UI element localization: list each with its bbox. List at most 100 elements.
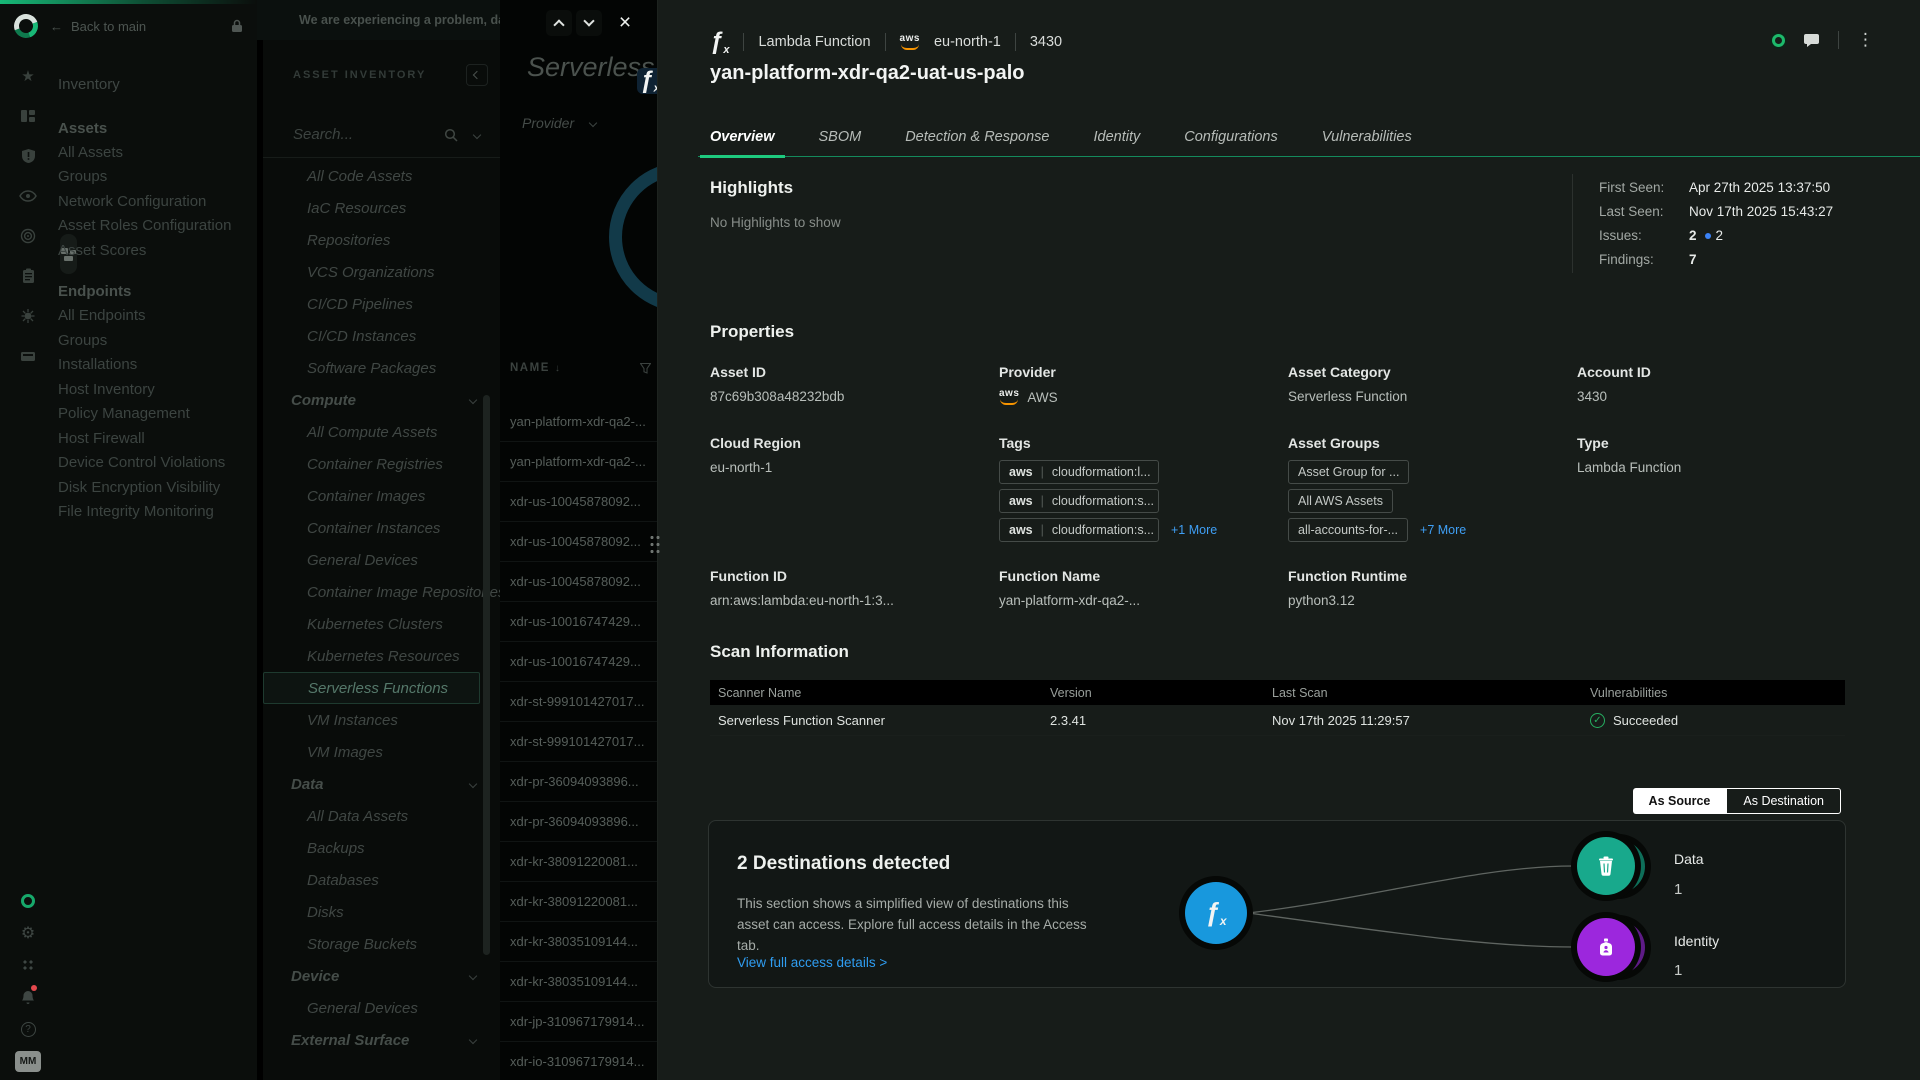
- table-row[interactable]: xdr-kr-38091220081...: [500, 882, 657, 922]
- search-options-chevron-icon[interactable]: [473, 130, 481, 138]
- tag-chip[interactable]: aws|cloudformation:s...: [999, 489, 1159, 513]
- section-external-surface[interactable]: External Surface: [263, 1024, 500, 1056]
- category-repositories[interactable]: Repositories: [263, 224, 500, 256]
- name-column-header[interactable]: NAME: [510, 362, 550, 374]
- sidebar-item-device-control-violations[interactable]: Device Control Violations: [58, 451, 254, 476]
- section-device[interactable]: Device: [263, 960, 500, 992]
- category-general-devices[interactable]: General Devices: [263, 544, 500, 576]
- category-container-images[interactable]: Container Images: [263, 480, 500, 512]
- help-icon[interactable]: ?: [21, 1019, 36, 1039]
- view-access-details-link[interactable]: View full access details >: [737, 955, 887, 970]
- risk-shield-icon[interactable]: [0, 136, 56, 176]
- data-destination-node[interactable]: [1577, 837, 1635, 895]
- target-icon[interactable]: [0, 216, 56, 256]
- sidebar-item-network-configuration[interactable]: Network Configuration: [58, 189, 254, 214]
- category-disks[interactable]: Disks: [263, 896, 500, 928]
- asset-group-chip[interactable]: Asset Group for ...: [1288, 460, 1409, 484]
- report-clipboard-icon[interactable]: [0, 256, 56, 296]
- tab-identity[interactable]: Identity: [1093, 116, 1140, 158]
- provider-filter[interactable]: Provider: [522, 115, 606, 131]
- category-storage-buckets[interactable]: Storage Buckets: [263, 928, 500, 960]
- category-vm-images[interactable]: VM Images: [263, 736, 500, 768]
- threat-bug-icon[interactable]: [0, 296, 56, 336]
- brand-ring-icon[interactable]: [21, 891, 35, 911]
- category-vm-instances[interactable]: VM Instances: [263, 704, 500, 736]
- table-row[interactable]: xdr-us-10045878092...: [500, 562, 657, 602]
- sidebar-item-asset-roles-configuration[interactable]: Asset Roles Configuration: [58, 214, 254, 239]
- more-options-icon[interactable]: ⋮: [1857, 30, 1874, 50]
- category-serverless-functions-selected[interactable]: Serverless Functions: [263, 672, 480, 704]
- section-compute[interactable]: Compute: [263, 384, 500, 416]
- next-asset-button[interactable]: [576, 10, 602, 36]
- category-kubernetes-clusters[interactable]: Kubernetes Clusters: [263, 608, 500, 640]
- storage-drive-icon[interactable]: [0, 336, 56, 376]
- apps-grid-icon[interactable]: [22, 955, 34, 975]
- table-row[interactable]: xdr-us-10016747429...: [500, 602, 657, 642]
- category-vcs-organizations[interactable]: VCS Organizations: [263, 256, 500, 288]
- tab-vulnerabilities[interactable]: Vulnerabilities: [1322, 116, 1412, 158]
- sidebar-item-installations[interactable]: Installations: [58, 353, 254, 378]
- category-kubernetes-resources[interactable]: Kubernetes Resources: [263, 640, 500, 672]
- sidebar-item-all-endpoints[interactable]: All Endpoints: [58, 304, 254, 329]
- sidebar-item-host-inventory[interactable]: Host Inventory: [58, 377, 254, 402]
- category-backups[interactable]: Backups: [263, 832, 500, 864]
- drawer-resize-handle[interactable]: [649, 534, 661, 554]
- table-row[interactable]: xdr-jp-310967179914...: [500, 1002, 657, 1042]
- category-all-compute-assets[interactable]: All Compute Assets: [263, 416, 500, 448]
- favorites-icon[interactable]: ★: [0, 56, 56, 96]
- sidebar-item-file-integrity-monitoring[interactable]: File Integrity Monitoring: [58, 500, 254, 525]
- sidebar-item-inventory[interactable]: Inventory: [58, 72, 254, 96]
- table-row[interactable]: xdr-kr-38091220081...: [500, 842, 657, 882]
- asset-group-chip[interactable]: all-accounts-for-...: [1288, 518, 1408, 542]
- settings-gear-icon[interactable]: ⚙: [21, 923, 35, 943]
- scanner-status-icon[interactable]: [1772, 34, 1785, 47]
- section-data[interactable]: Data: [263, 768, 500, 800]
- tab-sbom[interactable]: SBOM: [819, 116, 862, 158]
- category-software-packages[interactable]: Software Packages: [263, 352, 500, 384]
- table-row[interactable]: yan-platform-xdr-qa2-...: [500, 442, 657, 482]
- category-all-data-assets[interactable]: All Data Assets: [263, 800, 500, 832]
- table-row[interactable]: yan-platform-xdr-qa2-...: [500, 402, 657, 442]
- table-row[interactable]: xdr-us-10045878092...: [500, 522, 657, 562]
- category-container-instances[interactable]: Container Instances: [263, 512, 500, 544]
- sidebar-item-disk-encryption-visibility[interactable]: Disk Encryption Visibility: [58, 475, 254, 500]
- comments-icon[interactable]: [1803, 33, 1820, 48]
- tab-overview[interactable]: Overview: [710, 116, 775, 158]
- table-row[interactable]: xdr-st-999101427017...: [500, 682, 657, 722]
- as-destination-button[interactable]: As Destination: [1726, 788, 1841, 814]
- notifications-bell-icon[interactable]: [21, 987, 35, 1007]
- as-source-button[interactable]: As Source: [1633, 788, 1727, 814]
- sidebar-item-asset-scores[interactable]: Asset Scores: [58, 238, 254, 263]
- sort-desc-icon[interactable]: ↓: [555, 363, 560, 374]
- back-to-main-button[interactable]: ← Back to main: [50, 19, 146, 34]
- table-row[interactable]: xdr-pr-36094093896...: [500, 762, 657, 802]
- sidebar-item-endpoint-groups[interactable]: Groups: [58, 328, 254, 353]
- sidebar-item-policy-management[interactable]: Policy Management: [58, 402, 254, 427]
- groups-more-link[interactable]: +7 More: [1420, 523, 1466, 537]
- search-input[interactable]: [293, 126, 413, 143]
- table-row[interactable]: xdr-kr-38035109144...: [500, 962, 657, 1002]
- table-row[interactable]: xdr-pr-36094093896...: [500, 802, 657, 842]
- table-row[interactable]: xdr-st-999101427017...: [500, 722, 657, 762]
- tag-chip[interactable]: aws|cloudformation:s...: [999, 518, 1159, 542]
- table-row[interactable]: xdr-us-10016747429...: [500, 642, 657, 682]
- table-row[interactable]: xdr-us-10045878092...: [500, 482, 657, 522]
- lambda-source-node[interactable]: ƒx: [1185, 882, 1247, 944]
- category-cicd-pipelines[interactable]: CI/CD Pipelines: [263, 288, 500, 320]
- tab-detection-response[interactable]: Detection & Response: [905, 116, 1049, 158]
- category-container-image-repositories[interactable]: Container Image Repositories: [263, 576, 500, 608]
- visibility-eye-icon[interactable]: [0, 176, 56, 216]
- tag-chip[interactable]: aws|cloudformation:l...: [999, 460, 1159, 484]
- category-container-registries[interactable]: Container Registries: [263, 448, 500, 480]
- sidebar-item-groups[interactable]: Groups: [58, 165, 254, 190]
- category-databases[interactable]: Databases: [263, 864, 500, 896]
- sidebar-item-host-firewall[interactable]: Host Firewall: [58, 426, 254, 451]
- identity-destination-node[interactable]: [1577, 918, 1635, 976]
- category-cicd-instances[interactable]: CI/CD Instances: [263, 320, 500, 352]
- sidebar-item-all-assets[interactable]: All Assets: [58, 140, 254, 165]
- findings-value[interactable]: 7: [1689, 252, 1902, 267]
- table-row[interactable]: xdr-io-310967179914...: [500, 1042, 657, 1080]
- tab-configurations[interactable]: Configurations: [1184, 116, 1278, 158]
- issues-value[interactable]: 22: [1689, 228, 1902, 243]
- close-drawer-button[interactable]: ×: [612, 10, 638, 36]
